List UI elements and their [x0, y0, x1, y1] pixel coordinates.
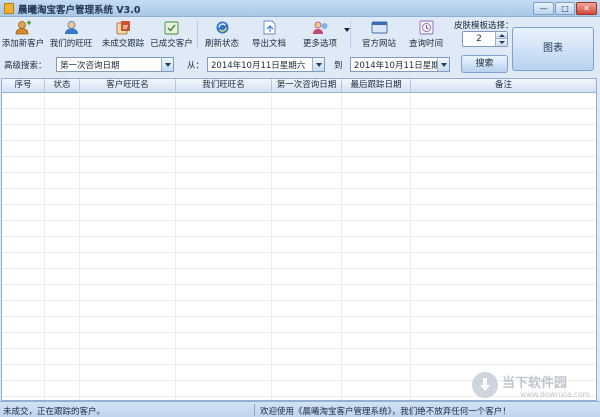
status-divider — [254, 404, 255, 416]
customer-table[interactable]: 序号 状态 客户旺旺名 我们旺旺名 第一次咨询日期 最后跟踪日期 备注 — [1, 78, 597, 401]
column-header-last-track-date[interactable]: 最后跟踪日期 — [342, 79, 411, 93]
status-left-text: 未成交，正在跟踪的客户。 — [3, 407, 106, 417]
more-options-button[interactable]: 更多选项 — [298, 19, 342, 51]
more-options-icon — [312, 21, 327, 34]
add-customer-label: 添加新客户 — [1, 39, 45, 49]
refresh-status-button[interactable]: 刷新状态 — [202, 19, 242, 51]
from-date-picker[interactable]: 2014年10月11日星期六 — [207, 57, 325, 72]
close-button[interactable]: ✕ — [576, 2, 597, 15]
chevron-down-icon[interactable] — [312, 58, 324, 71]
column-header-notes[interactable]: 备注 — [411, 79, 596, 93]
column-header-our-wangwang[interactable]: 我们旺旺名 — [176, 79, 272, 93]
closed-customer-label: 已成交客户 — [150, 39, 193, 49]
query-time-label: 查询时间 — [408, 39, 443, 49]
table-header: 序号 状态 客户旺旺名 我们旺旺名 第一次咨询日期 最后跟踪日期 备注 — [2, 79, 596, 93]
chevron-down-icon[interactable] — [437, 58, 449, 71]
column-divider — [341, 93, 342, 400]
toolbar-separator — [350, 21, 351, 49]
refresh-icon — [216, 21, 228, 34]
column-divider — [271, 93, 272, 400]
window-title: 晨曦淘宝客户管理系统 V3.0 — [18, 5, 141, 16]
app-icon — [4, 3, 14, 14]
add-customer-button[interactable]: 添加新客户 — [1, 19, 45, 51]
wangwang-icon — [64, 21, 78, 34]
more-options-label: 更多选项 — [302, 39, 337, 49]
search-field-value: 第一次咨询日期 — [60, 61, 120, 71]
search-button[interactable]: 搜索 — [461, 55, 508, 73]
official-site-button[interactable]: 官方网站 — [358, 19, 400, 51]
skin-template-value[interactable]: 2 — [463, 32, 495, 46]
maximize-button[interactable]: □ — [555, 2, 575, 15]
official-site-label: 官方网站 — [361, 39, 396, 49]
export-doc-button[interactable]: 导出文档 — [249, 19, 289, 51]
export-doc-label: 导出文档 — [251, 39, 286, 49]
minimize-button[interactable]: — — [533, 2, 554, 15]
our-wangwang-label: 我们的旺旺 — [49, 39, 93, 49]
spin-down-icon[interactable] — [495, 39, 507, 46]
track-icon — [116, 21, 130, 35]
column-divider — [44, 93, 45, 400]
spin-up-icon[interactable] — [495, 32, 507, 39]
advanced-search-bar: 高级搜索： 第一次咨询日期 从： 2014年10月11日星期六 到 2014年1… — [0, 54, 510, 74]
column-header-customer-wangwang[interactable]: 客户旺旺名 — [80, 79, 176, 93]
column-divider — [175, 93, 176, 400]
our-wangwang-button[interactable]: 我们的旺旺 — [46, 19, 96, 51]
closed-customer-button[interactable]: 已成交客户 — [149, 19, 194, 51]
chart-button[interactable]: 图表 — [512, 27, 594, 71]
status-bar: 未成交，正在跟踪的客户。 欢迎使用《晨曦淘宝客户管理系统》，我们绝不放弃任何一个… — [0, 401, 600, 417]
deal-customer-icon — [164, 21, 179, 35]
watermark-name: 当下软件园 — [502, 376, 568, 391]
column-header-index[interactable]: 序号 — [2, 79, 45, 93]
skin-template-spinner[interactable]: 2 — [462, 31, 508, 47]
column-divider — [410, 93, 411, 400]
chevron-down-icon[interactable] — [161, 58, 173, 71]
from-label: 从： — [187, 61, 205, 71]
from-date-value: 2014年10月11日星期六 — [211, 61, 306, 71]
status-right-text: 欢迎使用《晨曦淘宝客户管理系统》，我们绝不放弃任何一个客户！ — [260, 407, 511, 417]
advanced-search-label: 高级搜索： — [4, 61, 47, 71]
watermark-url: www.downxia.com — [520, 390, 590, 399]
export-icon — [263, 20, 275, 35]
skin-template-label: 皮肤模板选择： — [454, 21, 514, 31]
to-label: 到 — [334, 61, 343, 71]
toolbar-separator — [197, 21, 198, 49]
website-icon — [371, 21, 387, 34]
search-field-select[interactable]: 第一次咨询日期 — [56, 57, 174, 72]
to-date-picker[interactable]: 2014年10月11日星期六 — [350, 57, 450, 72]
column-header-status[interactable]: 状态 — [45, 79, 80, 93]
refresh-status-label: 刷新状态 — [204, 39, 239, 49]
download-arrow-icon — [480, 378, 490, 391]
title-bar: 晨曦淘宝客户管理系统 V3.0 — □ ✕ — [0, 0, 600, 17]
table-body[interactable] — [2, 93, 596, 400]
query-time-button[interactable]: 查询时间 — [405, 19, 447, 51]
add-customer-icon — [15, 20, 31, 35]
to-date-value: 2014年10月11日星期六 — [354, 61, 449, 71]
query-time-icon — [419, 20, 433, 35]
unclosed-track-label: 未成交跟踪 — [101, 39, 145, 49]
column-header-first-consult-date[interactable]: 第一次咨询日期 — [272, 79, 342, 93]
watermark-logo: 当下软件园 www.downxia.com — [470, 370, 598, 402]
unclosed-track-button[interactable]: 未成交跟踪 — [98, 19, 148, 51]
column-divider — [79, 93, 80, 400]
